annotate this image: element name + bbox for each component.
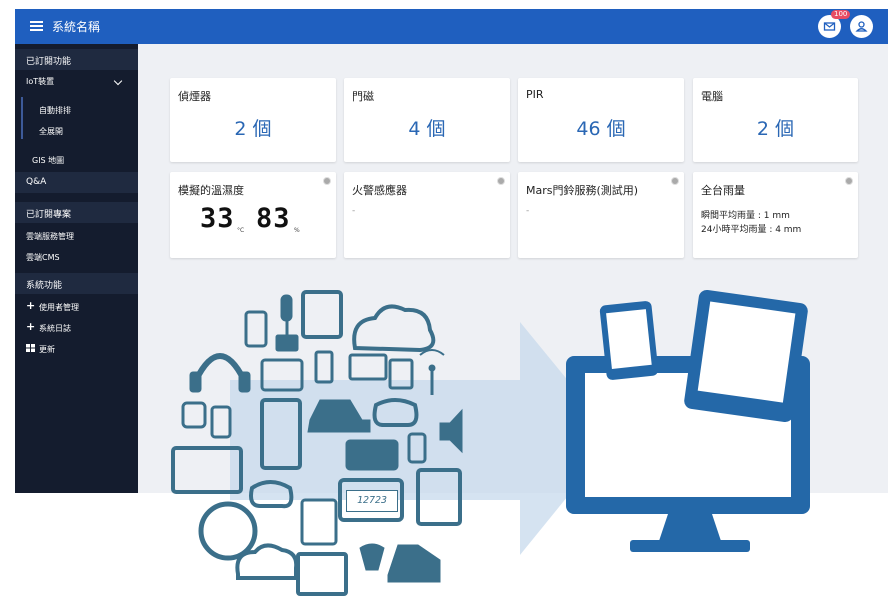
washer-icon [300,498,338,546]
lightbulb-icon [359,543,385,571]
switch-icon [314,350,334,384]
laptop-icon [348,353,388,381]
phone-icon [244,310,268,348]
monitor-stand [658,514,722,544]
monitor-icon [296,552,348,596]
watch-icon [181,401,207,429]
phone-icon [210,405,232,439]
microphone-icon [280,294,293,340]
devices-illustration [566,289,810,552]
headphones-icon [189,353,251,393]
tablet-icon [301,290,343,339]
thermostat-display: 12723 [346,490,398,512]
arrow-shape [230,322,615,555]
sneaker-icon [387,544,441,583]
iot-illustration [171,289,810,596]
camera-icon [345,439,399,471]
cloud-upload-icon [352,304,436,353]
meter-icon [198,501,258,561]
camera-small-icon [275,334,299,352]
